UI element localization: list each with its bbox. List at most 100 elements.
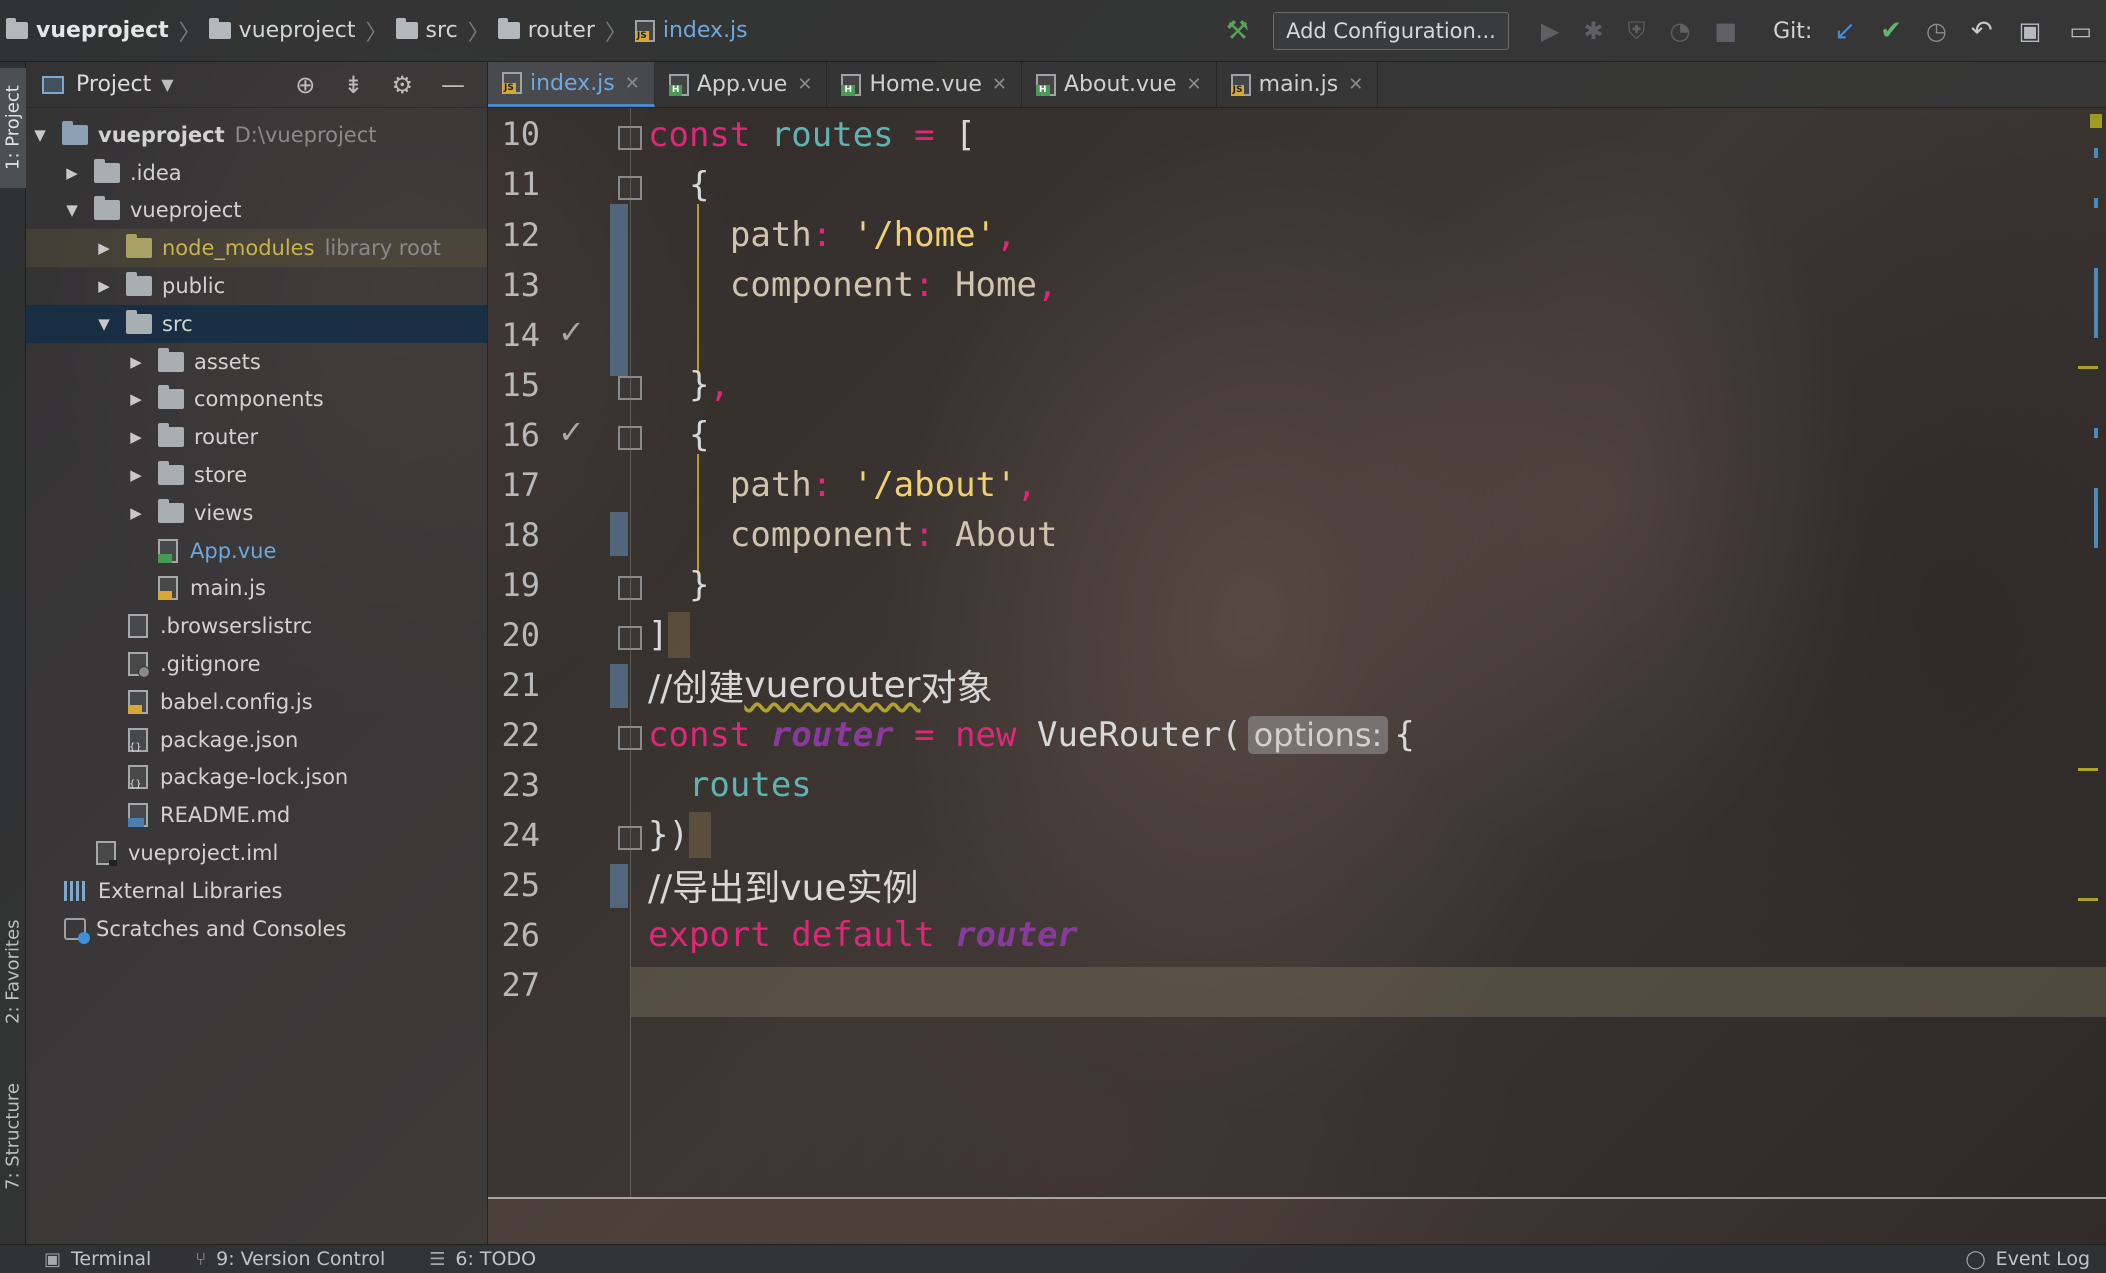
hammer-icon[interactable]: ⚒ xyxy=(1226,16,1249,46)
tree-item-babel-config[interactable]: babel.config.js xyxy=(26,683,487,721)
breadcrumb-router[interactable]: router xyxy=(497,18,595,43)
tab-main-js[interactable]: main.js ✕ xyxy=(1217,62,1379,107)
chevron-right-icon[interactable]: ▶ xyxy=(128,353,144,371)
chevron-right-icon[interactable]: ▶ xyxy=(96,239,112,257)
git-history-icon[interactable]: ◷ xyxy=(1926,17,1947,45)
code-line-18: component: About xyxy=(648,515,1058,555)
stripe-mark[interactable] xyxy=(2094,268,2098,338)
git-commit-icon[interactable]: ✔ xyxy=(1880,16,1902,46)
tab-about-vue[interactable]: About.vue ✕ xyxy=(1022,62,1217,107)
tree-item-browserslistrc[interactable]: .browserslistrc xyxy=(26,607,487,645)
version-control-button[interactable]: ⑂ 9: Version Control xyxy=(195,1248,385,1270)
chevron-right-icon: 〉 xyxy=(467,20,490,46)
chevron-down-icon[interactable]: ▼ xyxy=(96,315,112,333)
event-log-button[interactable]: ◯ Event Log xyxy=(1965,1248,2090,1270)
tree-item-store[interactable]: ▶ store xyxy=(26,456,487,494)
code-editor[interactable]: 10 11 12 13 14 15 16 17 18 19 20 21 22 2… xyxy=(488,108,2106,1198)
chevron-right-icon[interactable]: ▶ xyxy=(64,164,80,182)
line-number: 20 xyxy=(501,616,540,654)
debug-icon[interactable]: ✱ xyxy=(1583,17,1603,45)
close-icon[interactable]: ✕ xyxy=(1348,74,1363,95)
tab-project-tool[interactable]: 1: Project xyxy=(0,68,26,188)
close-icon[interactable]: ✕ xyxy=(625,73,640,94)
tree-item-router[interactable]: ▶ router xyxy=(26,418,487,456)
tree-item-main-js[interactable]: main.js xyxy=(26,570,487,608)
change-marker[interactable] xyxy=(610,864,628,908)
tree-item-readme[interactable]: README.md xyxy=(26,796,487,834)
stripe-mark[interactable] xyxy=(2078,768,2098,771)
error-stripe[interactable] xyxy=(2076,108,2106,1198)
tab-home-vue[interactable]: Home.vue ✕ xyxy=(827,62,1022,107)
stripe-mark[interactable] xyxy=(2078,898,2098,901)
tab-index-js[interactable]: index.js ✕ xyxy=(488,62,655,107)
tree-item-package-json[interactable]: package.json xyxy=(26,721,487,759)
stop-icon[interactable]: ■ xyxy=(1714,17,1737,45)
close-icon[interactable]: ✕ xyxy=(992,74,1007,95)
terminal-button[interactable]: ▣ Terminal xyxy=(44,1248,151,1270)
tree-item-assets[interactable]: ▶ assets xyxy=(26,343,487,381)
line-number: 21 xyxy=(501,666,540,704)
tree-item-iml[interactable]: vueproject.iml xyxy=(26,834,487,872)
chevron-right-icon[interactable]: ▶ xyxy=(128,504,144,522)
chevron-right-icon: 〉 xyxy=(365,20,388,46)
breadcrumb-src[interactable]: src xyxy=(395,18,458,43)
change-marker[interactable] xyxy=(610,664,628,708)
branch-icon: ⑂ xyxy=(195,1248,207,1270)
tree-item-src[interactable]: ▼ src xyxy=(26,304,487,343)
tree-item-idea[interactable]: ▶ .idea xyxy=(26,154,487,192)
tree-item-node-modules[interactable]: ▶ node_modules library root xyxy=(26,229,487,268)
gear-icon[interactable]: ⚙ xyxy=(391,71,413,99)
git-update-icon[interactable]: ↙ xyxy=(1834,16,1856,46)
tree-item-vueproject[interactable]: ▼ vueproject xyxy=(26,192,487,230)
code-line-12: path: '/home', xyxy=(648,215,1017,255)
tree-item-public[interactable]: ▶ public xyxy=(26,267,487,305)
breadcrumb-vueproject[interactable]: vueproject xyxy=(208,18,356,43)
code-line-10: const routes = [ xyxy=(648,115,976,155)
tree-item-app-vue[interactable]: App.vue xyxy=(26,532,487,570)
coverage-icon[interactable]: ⛨ xyxy=(1627,17,1645,45)
chevron-down-icon[interactable]: ▼ xyxy=(64,201,80,219)
profile-icon[interactable]: ◔ xyxy=(1669,17,1690,45)
code-line-26: export default router xyxy=(648,915,1078,955)
collapse-all-icon[interactable]: ⇟ xyxy=(343,71,363,99)
add-configuration-button[interactable]: Add Configuration... xyxy=(1273,12,1509,50)
stripe-mark[interactable] xyxy=(2094,148,2098,158)
project-structure-icon[interactable]: ▣ xyxy=(2019,17,2042,45)
tree-item-package-lock[interactable]: package-lock.json xyxy=(26,759,487,797)
tab-app-vue[interactable]: App.vue ✕ xyxy=(655,62,828,107)
stripe-mark[interactable] xyxy=(2094,428,2098,438)
chevron-right-icon[interactable]: ▶ xyxy=(128,428,144,446)
close-icon[interactable]: ✕ xyxy=(1187,74,1202,95)
editor-gutter[interactable]: 10 11 12 13 14 15 16 17 18 19 20 21 22 2… xyxy=(488,108,642,1198)
breadcrumb-index-js[interactable]: index.js xyxy=(634,18,748,43)
tree-item-components[interactable]: ▶ components xyxy=(26,381,487,419)
chevron-down-icon[interactable]: ▼ xyxy=(161,75,173,94)
code-line-24: }) xyxy=(648,810,711,860)
todo-button[interactable]: ☰ 6: TODO xyxy=(429,1248,536,1270)
tab-favorites-tool[interactable]: 2: Favorites xyxy=(0,902,26,1042)
chevron-right-icon[interactable]: ▶ xyxy=(128,466,144,484)
chevron-right-icon[interactable]: ▶ xyxy=(96,277,112,295)
presentation-icon[interactable]: ▭ xyxy=(2069,17,2092,45)
close-icon[interactable]: ✕ xyxy=(797,74,812,95)
tree-item-root[interactable]: ▼ vueproject D:\vueproject xyxy=(26,116,487,154)
chevron-down-icon[interactable]: ▼ xyxy=(32,126,48,144)
tree-item-views[interactable]: ▶ views xyxy=(26,494,487,532)
git-revert-icon[interactable]: ↶ xyxy=(1971,16,1993,46)
inspection-indicator[interactable] xyxy=(2090,114,2102,128)
minimize-icon[interactable]: — xyxy=(441,71,465,99)
stripe-mark[interactable] xyxy=(2078,366,2098,369)
tab-structure-tool[interactable]: 7: Structure xyxy=(0,1062,26,1212)
tree-item-scratches[interactable]: Scratches and Consoles xyxy=(26,910,487,948)
run-icon[interactable]: ▶ xyxy=(1541,17,1559,45)
locate-icon[interactable]: ⊕ xyxy=(295,71,315,99)
project-panel-title[interactable]: Project xyxy=(76,72,151,97)
change-marker[interactable] xyxy=(610,204,628,376)
chevron-right-icon[interactable]: ▶ xyxy=(128,390,144,408)
tree-item-external-libraries[interactable]: External Libraries xyxy=(26,872,487,910)
change-marker[interactable] xyxy=(610,512,628,556)
stripe-mark[interactable] xyxy=(2094,488,2098,548)
stripe-mark[interactable] xyxy=(2094,198,2098,208)
breadcrumb-project[interactable]: vueproject xyxy=(6,18,169,43)
tree-item-gitignore[interactable]: .gitignore xyxy=(26,645,487,683)
